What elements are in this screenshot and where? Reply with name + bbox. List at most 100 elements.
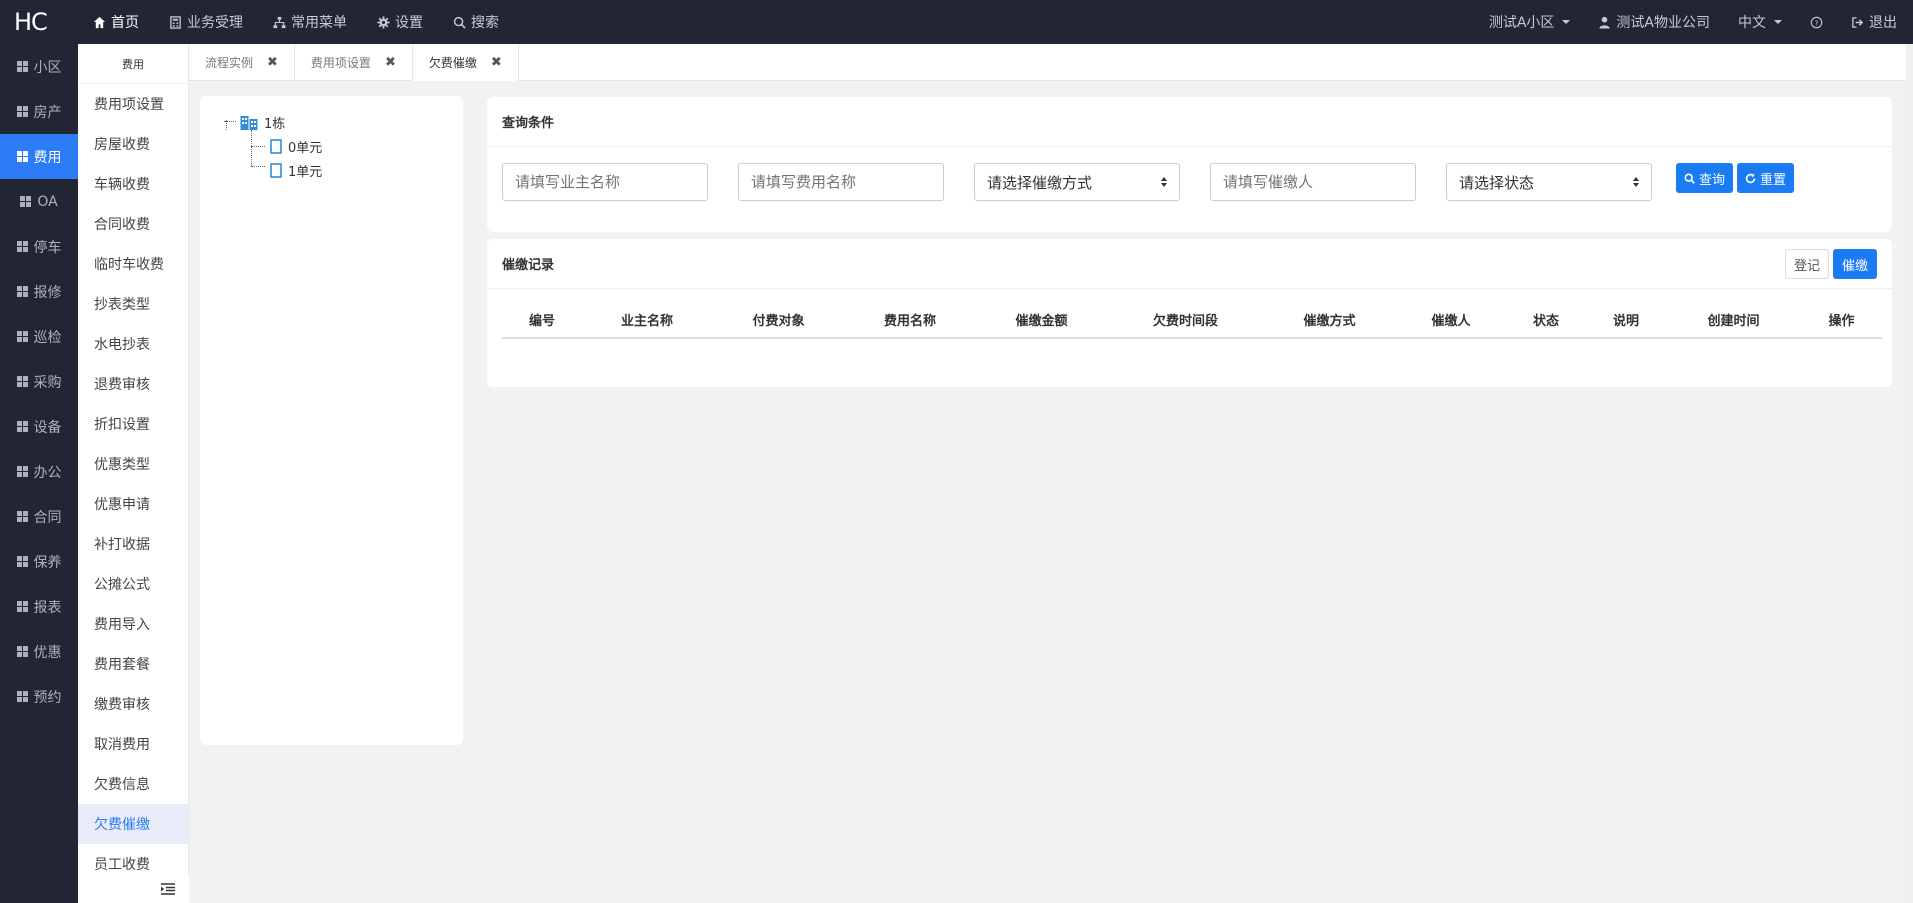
company-dropdown[interactable]: 测试A物业公司 — [1584, 0, 1724, 44]
sub-sidebar-item[interactable]: 车辆收费 — [78, 164, 188, 204]
records-panel-title: 催缴记录 — [487, 239, 1892, 289]
tree-node-unit[interactable]: 1单元 — [270, 161, 322, 180]
sub-sidebar-item[interactable]: 补打收据 — [78, 524, 188, 564]
fee-name-input[interactable] — [738, 163, 944, 201]
nav-business[interactable]: 业务受理 — [154, 0, 258, 44]
sub-sidebar-item[interactable]: 合同收费 — [78, 204, 188, 244]
sidebar-item-1[interactable]: 房产 — [0, 89, 78, 134]
sub-sidebar-item[interactable]: 优惠类型 — [78, 444, 188, 484]
owner-name-input[interactable] — [502, 163, 708, 201]
sub-sidebar-item[interactable]: 取消费用 — [78, 724, 188, 764]
status-select[interactable]: 请选择状态 — [1446, 163, 1652, 201]
tree-node-label: 1单元 — [288, 165, 323, 180]
search-icon — [1684, 173, 1695, 184]
tab-fee-item-settings[interactable]: 费用项设置 ✖ — [295, 44, 413, 81]
sidebar-item-label: 费用 — [33, 149, 62, 166]
th-large-icon — [16, 421, 28, 432]
th-large-icon — [16, 601, 28, 612]
tree-connector — [251, 166, 265, 167]
sidebar-item-10[interactable]: 合同 — [0, 494, 78, 539]
sidebar-item-label: 报修 — [33, 284, 62, 301]
sidebar-item-label: 停车 — [33, 239, 62, 256]
sort-icon — [1633, 177, 1639, 187]
sub-sidebar-item[interactable]: 公摊公式 — [78, 564, 188, 604]
sidebar-item-2[interactable]: 费用 — [0, 134, 78, 179]
sidebar-item-7[interactable]: 采购 — [0, 359, 78, 404]
sidebar-item-3[interactable]: OA — [0, 179, 78, 224]
nav-home-label: 首页 — [111, 15, 139, 31]
sub-sidebar-item[interactable]: 水电抄表 — [78, 324, 188, 364]
sub-sidebar-item[interactable]: 缴费审核 — [78, 684, 188, 724]
register-button[interactable]: 登记 — [1784, 249, 1829, 279]
language-dropdown[interactable]: 中文 — [1724, 0, 1796, 44]
records-panel: 催缴记录 登记 催缴 编号 业主名称 付费对象 费用名称 催缴金额 欠费时间段 催缴方式 催缴… — [487, 239, 1892, 387]
reset-button[interactable]: 重置 — [1737, 163, 1795, 193]
close-icon[interactable]: ✖ — [491, 55, 502, 70]
main-sidebar: 小区房产费用 OA 停车报修巡检采购设备办公合同保养报表优惠预约 — [0, 44, 78, 903]
collection-method-select[interactable]: 请选择催缴方式 — [974, 163, 1180, 201]
tree-node-unit[interactable]: 0单元 — [270, 137, 322, 156]
select-value: 请选择状态 — [1459, 173, 1535, 192]
nav-settings[interactable]: 设置 — [362, 0, 438, 44]
nav-home[interactable]: 首页 — [78, 0, 154, 44]
column-header: 编号 — [528, 313, 555, 329]
sidebar-item-12[interactable]: 报表 — [0, 584, 78, 629]
column-header: 说明 — [1612, 313, 1639, 329]
sidebar-item-13[interactable]: 优惠 — [0, 629, 78, 674]
nav-settings-label: 设置 — [395, 15, 423, 31]
th-large-icon — [16, 556, 28, 567]
collect-button[interactable]: 催缴 — [1832, 249, 1877, 279]
sidebar-item-5[interactable]: 报修 — [0, 269, 78, 314]
sidebar-item-6[interactable]: 巡检 — [0, 314, 78, 359]
sub-sidebar-item[interactable]: 费用项设置 — [78, 84, 188, 124]
sub-sidebar-item[interactable]: 退费审核 — [78, 364, 188, 404]
sidebar-item-9[interactable]: 办公 — [0, 449, 78, 494]
nav-search[interactable]: 搜索 — [438, 0, 514, 44]
sidebar-item-4[interactable]: 停车 — [0, 224, 78, 269]
sidebar-item-label: 设备 — [33, 419, 62, 436]
user-icon — [1599, 16, 1611, 29]
close-icon[interactable]: ✖ — [267, 55, 278, 70]
sidebar-item-label: 保养 — [33, 554, 62, 571]
tree-node-building[interactable]: 1栋 — [240, 113, 285, 132]
sign-out-icon — [1852, 16, 1864, 28]
sidebar-collapse-button[interactable] — [78, 874, 189, 903]
sidebar-item-label: 合同 — [33, 509, 62, 526]
nav-common-menu[interactable]: 常用菜单 — [258, 0, 362, 44]
sidebar-item-11[interactable]: 保养 — [0, 539, 78, 584]
sub-sidebar-item[interactable]: 抄表类型 — [78, 284, 188, 324]
sidebar-item-label: 小区 — [33, 59, 62, 76]
sub-sidebar-item[interactable]: 费用套餐 — [78, 644, 188, 684]
building-icon — [240, 115, 258, 130]
sidebar-item-label: OA — [37, 193, 58, 210]
sub-sidebar-item[interactable]: 费用导入 — [78, 604, 188, 644]
sub-sidebar-list: 费用项设置 房屋收费 车辆收费 合同收费 临时车收费 抄表类型 水电抄表 退费审核 折扣设置 优惠… — [78, 84, 188, 884]
community-dropdown[interactable]: 测试A小区 — [1475, 0, 1585, 44]
sub-sidebar-item[interactable]: 欠费信息 — [78, 764, 188, 804]
close-icon[interactable]: ✖ — [385, 55, 396, 70]
sidebar-item-0[interactable]: 小区 — [0, 44, 78, 89]
collector-input[interactable] — [1210, 163, 1416, 201]
sidebar-item-label: 采购 — [33, 374, 62, 391]
records-table-header: 编号 业主名称 付费对象 费用名称 催缴金额 欠费时间段 催缴方式 催缴人 状态 说明 创建时间 操作 — [502, 301, 1882, 339]
sub-sidebar: 费用 费用项设置 房屋收费 车辆收费 合同收费 临时车收费 抄表类型 水电抄表 退费审核 折扣设… — [78, 44, 189, 903]
sub-sidebar-item[interactable]: 折扣设置 — [78, 404, 188, 444]
app-logo[interactable]: HC — [0, 8, 78, 36]
query-fields: 请选择催缴方式 请选择状态 — [502, 163, 1652, 201]
tab-arrears-collection[interactable]: 欠费催缴 ✖ — [412, 44, 519, 81]
sub-sidebar-item[interactable]: 优惠申请 — [78, 484, 188, 524]
sub-sidebar-item[interactable]: 房屋收费 — [78, 124, 188, 164]
sidebar-item-14[interactable]: 预约 — [0, 674, 78, 719]
tab-process-instance[interactable]: 流程实例 ✖ — [189, 44, 295, 81]
sidebar-item-label: 优惠 — [33, 644, 62, 661]
sub-sidebar-item[interactable]: 欠费催缴 — [78, 804, 188, 844]
logout-button[interactable]: 退出 — [1837, 0, 1913, 44]
home-icon — [93, 16, 106, 28]
column-header: 创建时间 — [1707, 313, 1760, 329]
sidebar-item-8[interactable]: 设备 — [0, 404, 78, 449]
sub-sidebar-item[interactable]: 临时车收费 — [78, 244, 188, 284]
page-scrollbar[interactable] — [1906, 44, 1913, 903]
building-tree-panel: 1栋 0单元 1单元 — [200, 96, 463, 745]
search-button[interactable]: 查询 — [1676, 163, 1734, 193]
help-button[interactable]: ? — [1796, 0, 1837, 44]
